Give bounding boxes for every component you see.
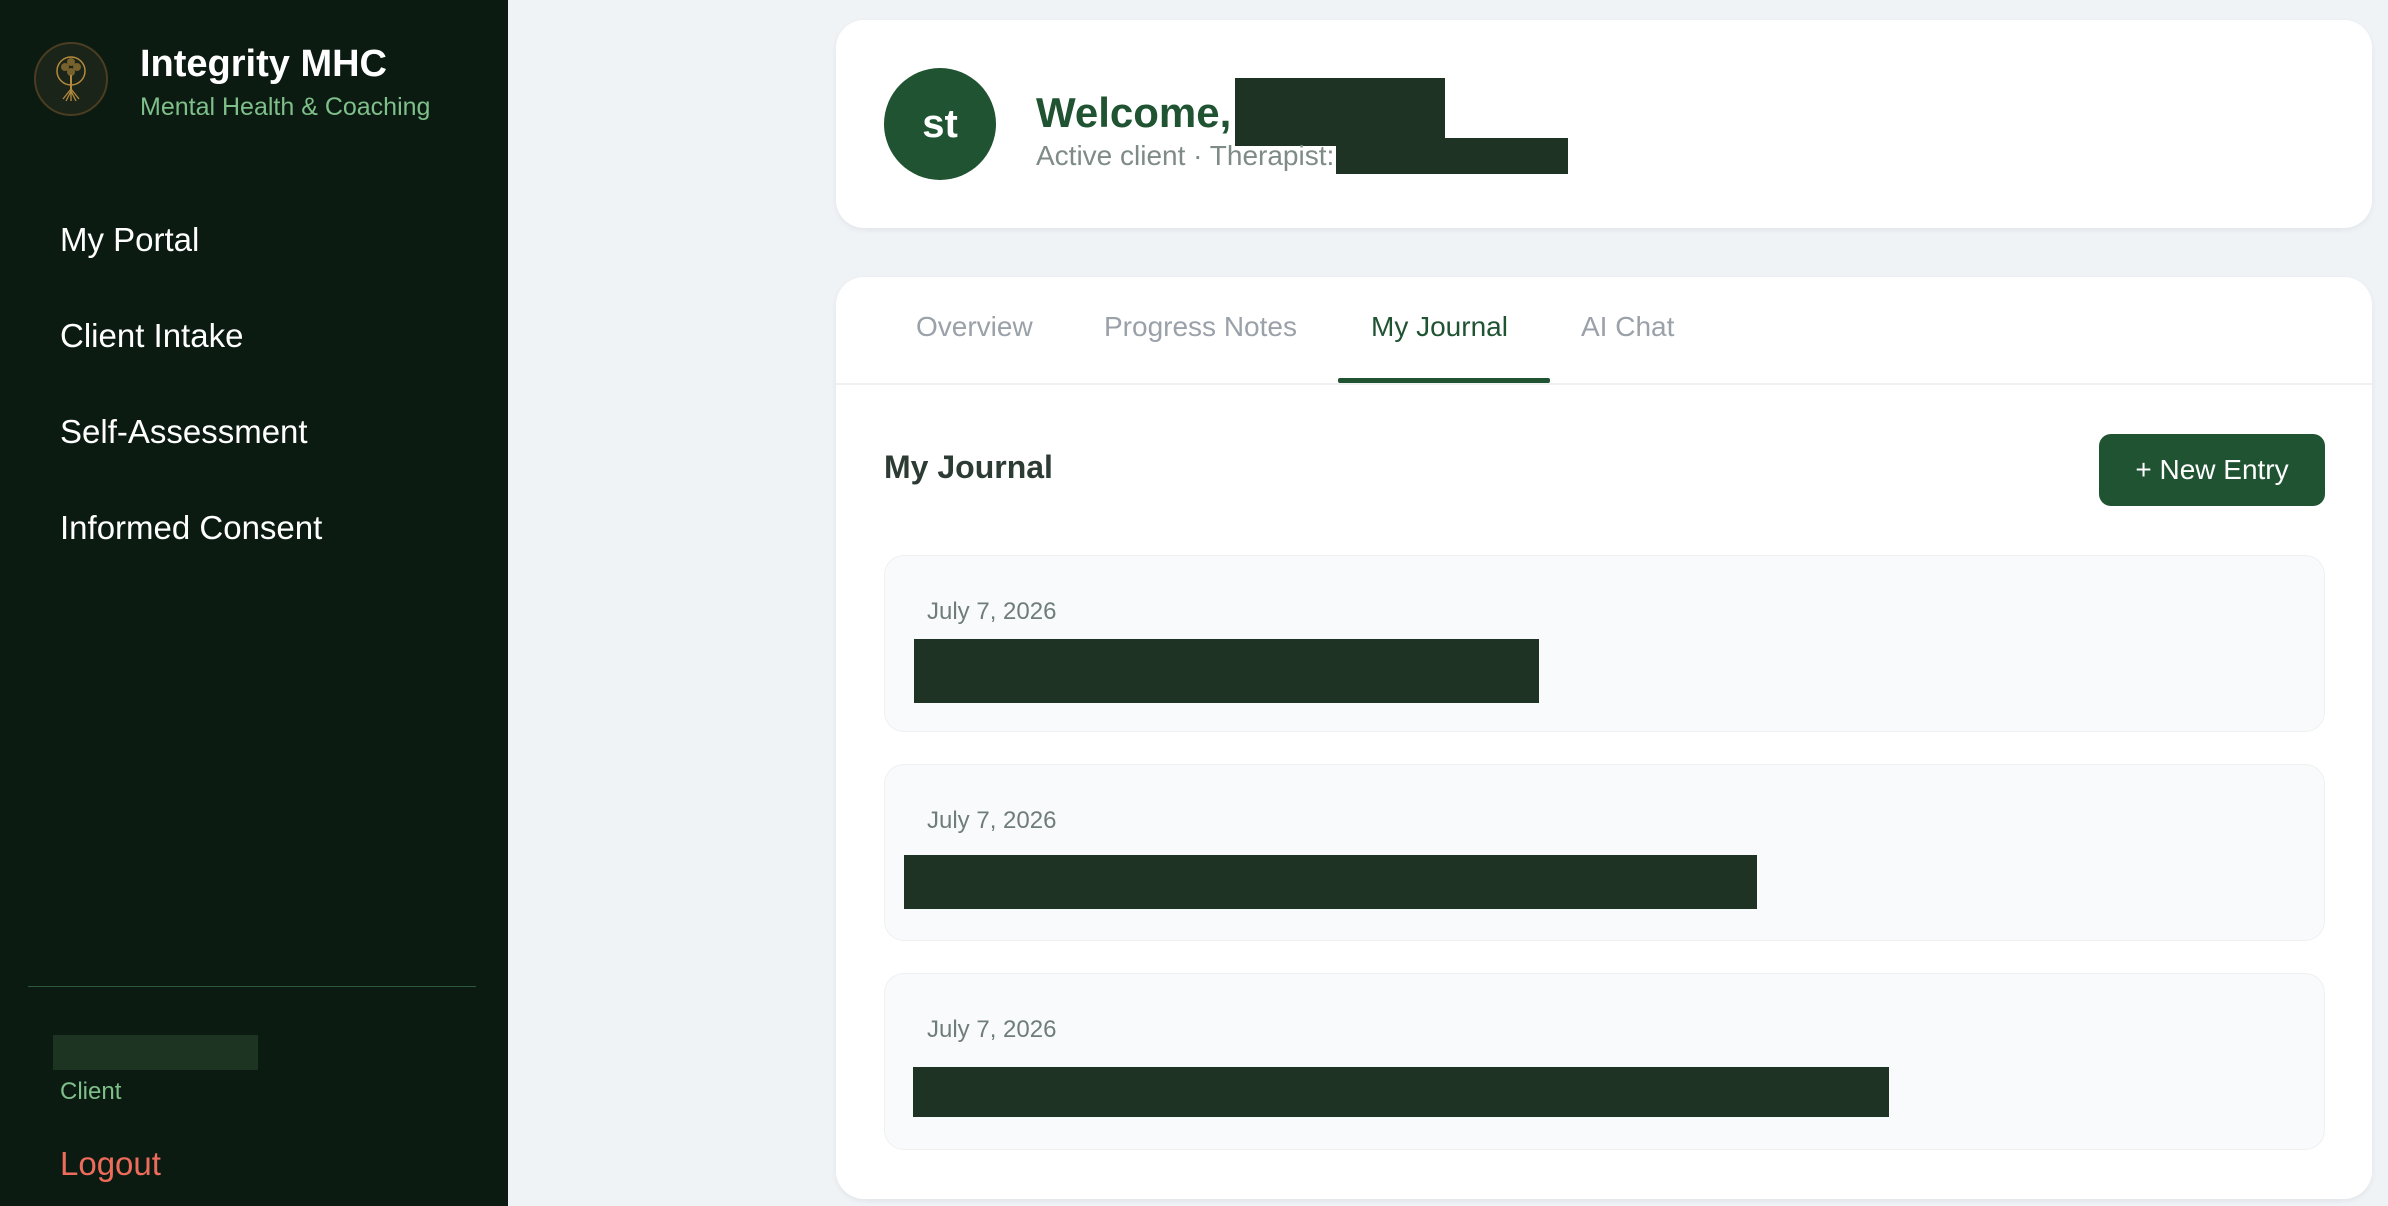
- sidebar: Integrity MHC Mental Health & Coaching M…: [0, 0, 508, 1206]
- welcome-card: st Welcome, Active client · Therapist:: [836, 20, 2372, 228]
- journal-entry[interactable]: July 7, 2026: [884, 555, 2325, 732]
- tab-ai-chat[interactable]: AI Chat: [1581, 311, 1674, 343]
- sidebar-item-self-assessment[interactable]: Self-Assessment: [60, 412, 322, 452]
- section-title: My Journal: [884, 449, 1053, 485]
- welcome-label: Welcome,: [1036, 89, 1232, 136]
- entry-date: July 7, 2026: [927, 807, 1057, 834]
- client-name-redacted: [1235, 78, 1446, 146]
- new-entry-button[interactable]: + New Entry: [2099, 434, 2325, 506]
- status-text: Active client · Therapist:: [1036, 140, 1335, 171]
- sidebar-item-informed-consent[interactable]: Informed Consent: [60, 508, 322, 548]
- sidebar-nav: My Portal Client Intake Self-Assessment …: [60, 220, 322, 604]
- sidebar-item-my-portal[interactable]: My Portal: [60, 220, 322, 260]
- avatar: st: [884, 68, 996, 180]
- journal-card: Overview Progress Notes My Journal AI Ch…: [836, 277, 2372, 1199]
- sidebar-divider: [28, 986, 476, 987]
- welcome-heading: Welcome,: [1036, 78, 1446, 146]
- brand-title: Integrity MHC: [140, 43, 387, 85]
- sidebar-item-client-intake[interactable]: Client Intake: [60, 316, 322, 356]
- brand: Integrity MHC Mental Health & Coaching: [34, 42, 430, 122]
- entry-date: July 7, 2026: [927, 598, 1057, 625]
- therapist-name-redacted: [1336, 138, 1569, 174]
- client-status: Active client · Therapist:: [1036, 138, 1569, 174]
- brand-subtitle: Mental Health & Coaching: [140, 93, 431, 121]
- tab-my-journal[interactable]: My Journal: [1371, 311, 1508, 343]
- tree-of-life-icon: [34, 42, 108, 116]
- active-tab-indicator: [1338, 378, 1550, 383]
- entry-date: July 7, 2026: [927, 1016, 1057, 1043]
- tab-bar: Overview Progress Notes My Journal AI Ch…: [836, 277, 2372, 385]
- journal-entry[interactable]: July 7, 2026: [884, 973, 2325, 1150]
- entry-text-redacted: [904, 855, 1757, 909]
- entry-text-redacted: [914, 639, 1539, 703]
- journal-entry[interactable]: July 7, 2026: [884, 764, 2325, 941]
- tab-progress-notes[interactable]: Progress Notes: [1104, 311, 1297, 343]
- tab-overview[interactable]: Overview: [916, 311, 1033, 343]
- user-role: Client: [60, 1078, 122, 1105]
- entry-text-redacted: [913, 1067, 1889, 1117]
- logout-link[interactable]: Logout: [60, 1145, 161, 1183]
- user-name-redacted: [53, 1035, 258, 1070]
